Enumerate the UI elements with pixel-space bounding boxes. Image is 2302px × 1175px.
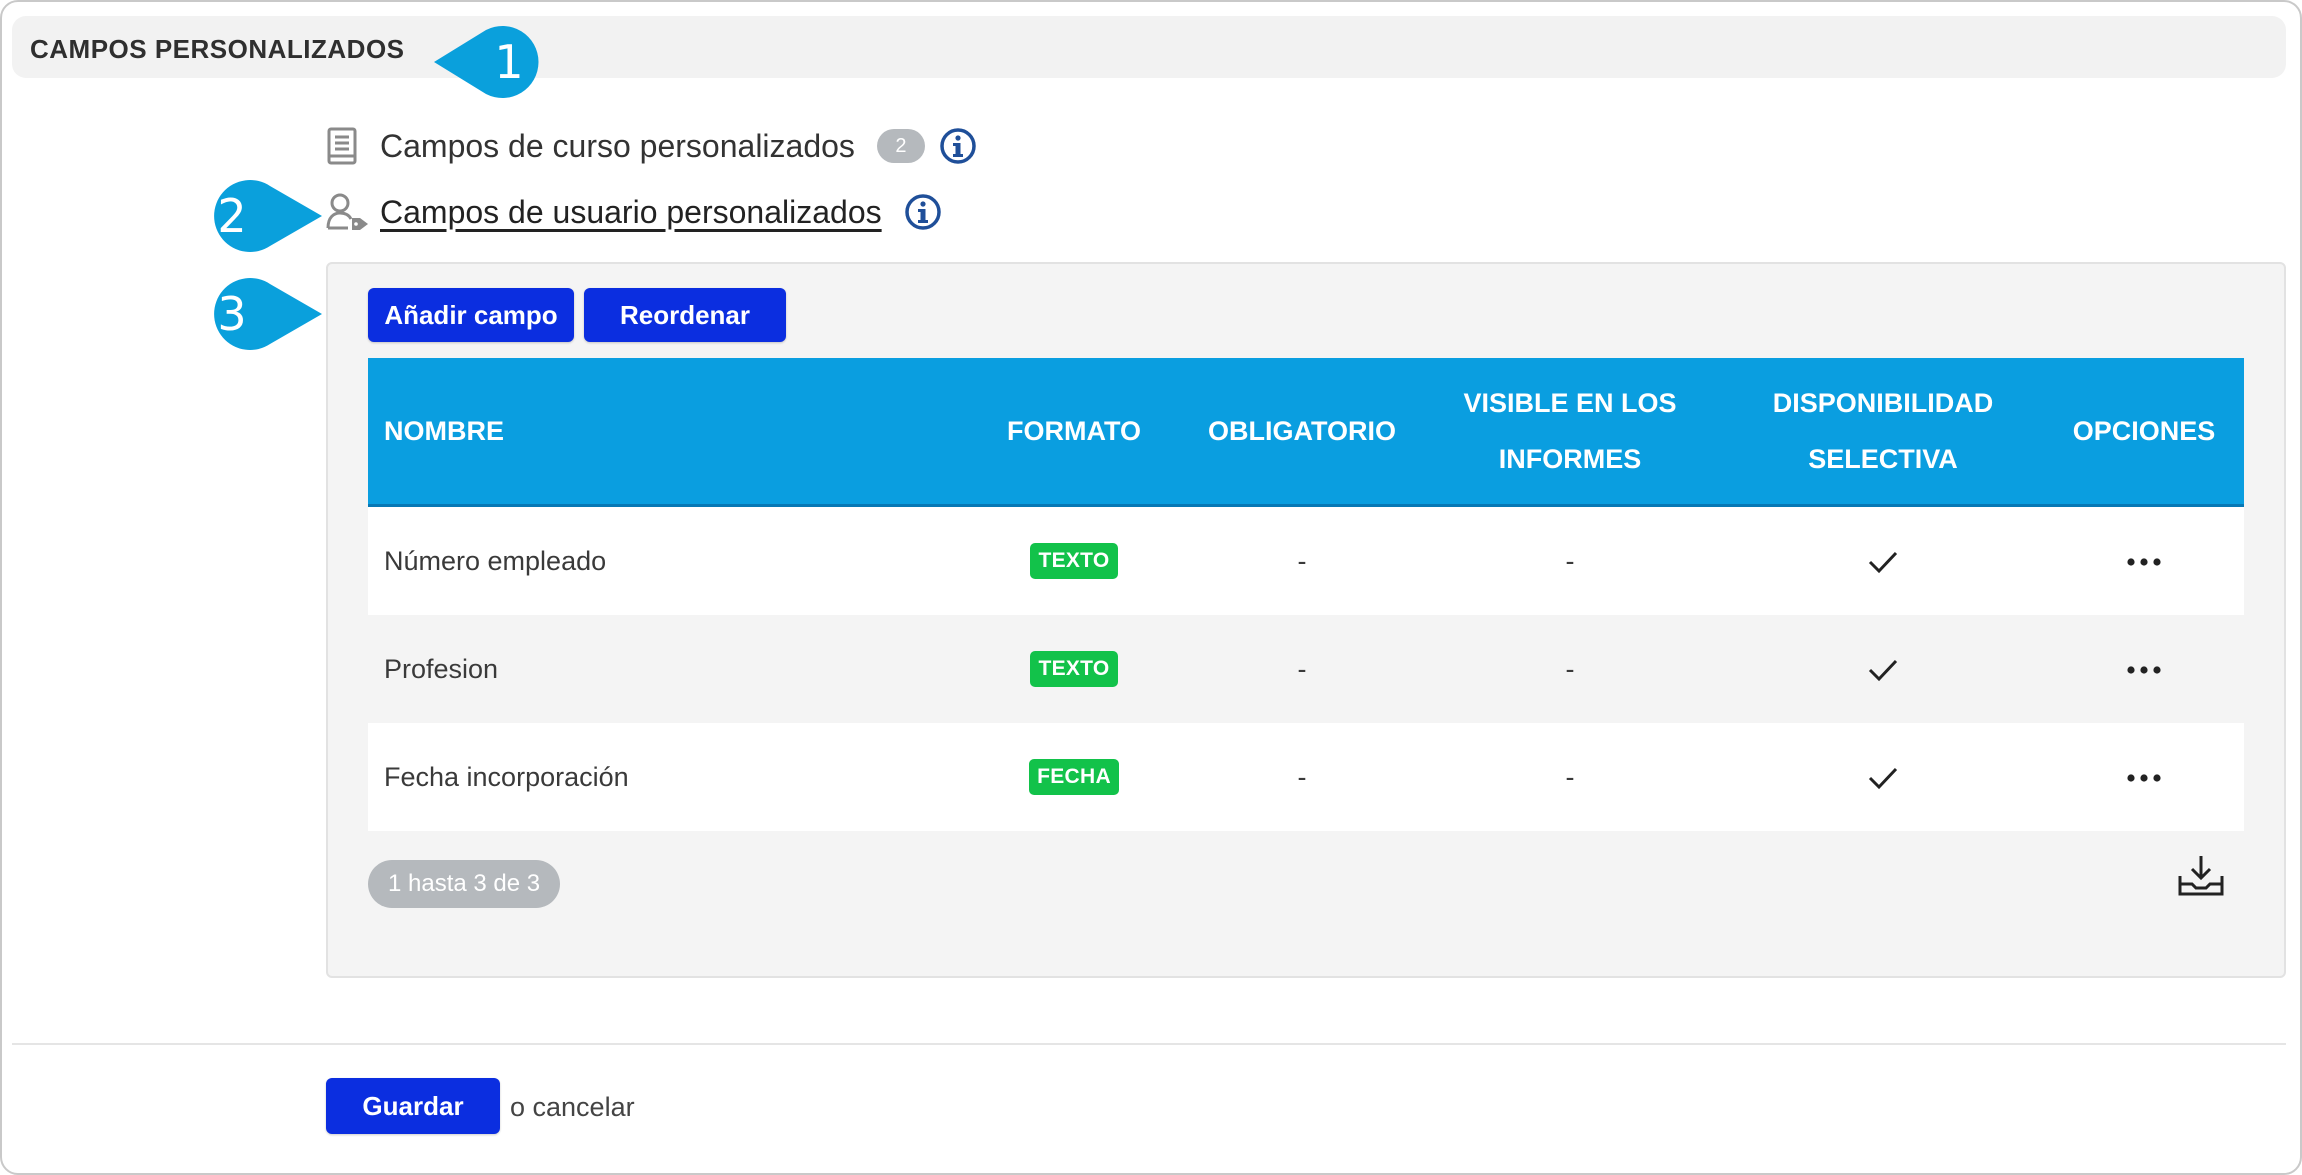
format-badge: TEXTO: [1030, 651, 1118, 687]
custom-fields-table: NOMBRE FORMATO OBLIGATORIO VISIBLE EN LO…: [368, 358, 2244, 831]
required-value: -: [1186, 615, 1418, 723]
table-row[interactable]: Número empleado TEXTO - -: [368, 505, 2244, 615]
field-name: Número empleado: [368, 505, 962, 615]
more-options-icon[interactable]: [2044, 615, 2244, 723]
callout-3: 3: [198, 276, 322, 352]
section-header: CAMPOS PERSONALIZADOS: [12, 16, 2286, 78]
course-fields-link[interactable]: Campos de curso personalizados: [380, 128, 855, 165]
column-header-availability[interactable]: DISPONIBILIDAD SELECTIVA: [1722, 358, 2044, 507]
pagination-badge: 1 hasta 3 de 3: [368, 860, 561, 908]
table-row[interactable]: Fecha incorporación FECHA - -: [368, 723, 2244, 831]
info-icon[interactable]: [904, 193, 942, 231]
callout-number: 2: [217, 189, 247, 243]
download-icon[interactable]: [2178, 854, 2224, 901]
callout-1: 1: [434, 22, 554, 102]
section-title: CAMPOS PERSONALIZADOS: [30, 34, 405, 64]
column-header-required[interactable]: OBLIGATORIO: [1186, 358, 1418, 507]
cancel-link[interactable]: o cancelar: [510, 1092, 635, 1123]
save-button[interactable]: Guardar: [326, 1078, 500, 1134]
reorder-button[interactable]: Reordenar: [584, 288, 786, 342]
visible-value: -: [1418, 723, 1722, 831]
field-name: Fecha incorporación: [368, 723, 962, 831]
user-tag-icon: [326, 192, 370, 232]
user-fields-row: Campos de usuario personalizados: [326, 190, 942, 234]
callout-2: 2: [198, 178, 322, 254]
required-value: -: [1186, 505, 1418, 615]
column-header-options: OPCIONES: [2044, 358, 2244, 507]
table-header-row: NOMBRE FORMATO OBLIGATORIO VISIBLE EN LO…: [368, 358, 2244, 507]
column-header-format[interactable]: FORMATO: [962, 358, 1186, 507]
user-fields-panel: Añadir campo Reordenar NOMBRE FORMATO OB…: [326, 262, 2286, 978]
visible-value: -: [1418, 615, 1722, 723]
column-header-visible-line1: VISIBLE EN LOS: [1463, 388, 1677, 418]
info-icon[interactable]: [939, 127, 977, 165]
table-row[interactable]: Profesion TEXTO - -: [368, 615, 2244, 723]
course-fields-row: Campos de curso personalizados 2: [326, 124, 977, 168]
check-icon: [1722, 723, 2044, 831]
book-icon: [326, 127, 358, 165]
check-icon: [1722, 505, 2044, 615]
format-badge: TEXTO: [1030, 543, 1118, 579]
footer-divider: [12, 1043, 2286, 1045]
user-fields-link[interactable]: Campos de usuario personalizados: [380, 194, 882, 231]
column-header-visible[interactable]: VISIBLE EN LOS INFORMES: [1418, 358, 1722, 507]
field-name: Profesion: [368, 615, 962, 723]
column-header-availability-line1: DISPONIBILIDAD: [1772, 388, 1994, 418]
add-field-button[interactable]: Añadir campo: [368, 288, 574, 342]
callout-number: 1: [494, 35, 524, 89]
column-header-availability-line2: SELECTIVA: [1808, 444, 1958, 474]
required-value: -: [1186, 723, 1418, 831]
more-options-icon[interactable]: [2044, 723, 2244, 831]
column-header-visible-line2: INFORMES: [1498, 444, 1642, 474]
page-frame: CAMPOS PERSONALIZADOS 1 Campos de curso …: [0, 0, 2302, 1175]
column-header-name[interactable]: NOMBRE: [368, 358, 962, 507]
check-icon: [1722, 615, 2044, 723]
callout-number: 3: [217, 287, 247, 341]
visible-value: -: [1418, 505, 1722, 615]
format-badge: FECHA: [1029, 759, 1119, 795]
course-fields-count-badge: 2: [876, 129, 925, 163]
more-options-icon[interactable]: [2044, 505, 2244, 615]
